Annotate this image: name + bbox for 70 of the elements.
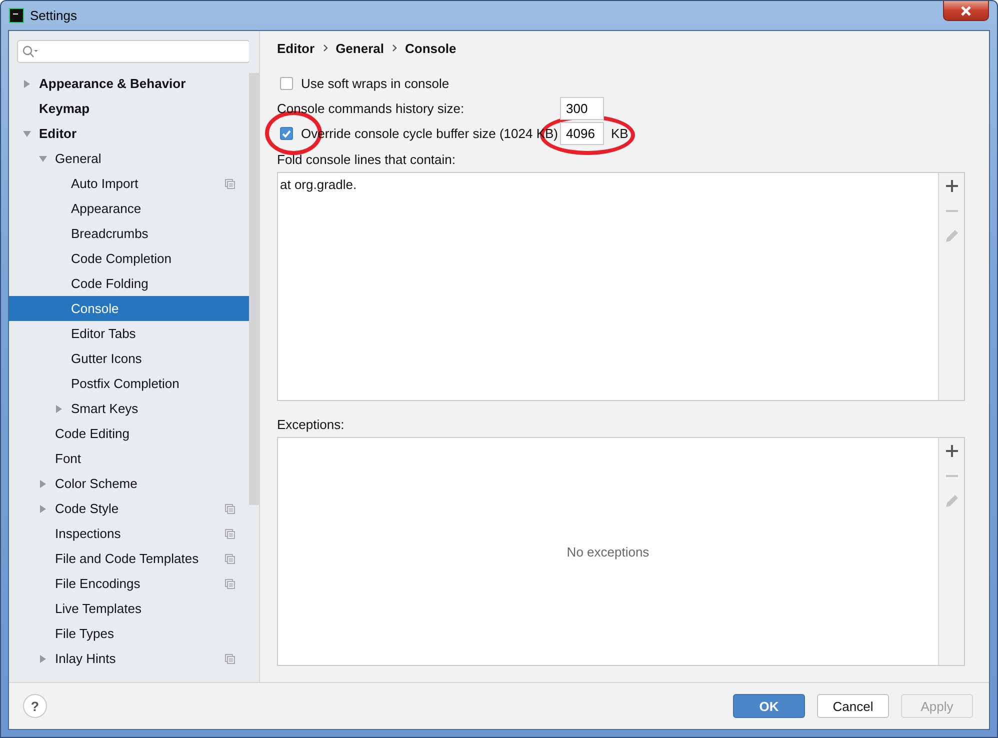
app-logo-icon [9, 8, 24, 23]
chevron-icon [322, 44, 328, 52]
search-icon [22, 45, 38, 58]
tree-item[interactable]: Code Completion [9, 246, 249, 271]
tree-item[interactable]: Keymap [9, 96, 249, 121]
option-label: Use soft wraps in console [301, 76, 450, 91]
breadcrumb-item[interactable]: Editor [277, 40, 315, 56]
dialog-button[interactable]: OK [733, 694, 805, 718]
breadcrumb-item[interactable]: General [336, 40, 384, 56]
list-item[interactable]: at org.gradle. [280, 177, 936, 192]
tree-item[interactable]: Postfix Completion [9, 371, 249, 396]
tree-item[interactable]: File Encodings [9, 571, 249, 596]
tree-item[interactable]: General [9, 146, 249, 171]
copy-icon [225, 528, 235, 538]
expanded-arrow-icon[interactable] [23, 130, 31, 138]
tree-item[interactable]: Font [9, 446, 249, 471]
tree-item[interactable]: Editor Tabs [9, 321, 249, 346]
tree-item[interactable]: Inlay Hints [9, 646, 249, 671]
dialog-button[interactable]: Cancel [817, 694, 889, 718]
copy-icon [225, 178, 235, 188]
tree-item[interactable]: Code Editing [9, 421, 249, 446]
section-label: Fold console lines that contain: [277, 152, 456, 167]
collapsed-arrow-icon[interactable] [23, 80, 31, 88]
tree-item[interactable]: Color Scheme [9, 471, 249, 496]
tree-item[interactable]: Inspections [9, 521, 249, 546]
copy-icon [225, 578, 235, 588]
tree-item[interactable]: Code Folding [9, 271, 249, 296]
checkmark-icon [282, 130, 291, 138]
minus-icon[interactable] [946, 475, 958, 477]
checkbox[interactable] [280, 77, 293, 90]
pencil-icon[interactable] [944, 229, 958, 243]
copy-icon [225, 504, 235, 514]
number-field[interactable]: 300 [560, 97, 604, 120]
collapsed-arrow-icon[interactable] [55, 404, 63, 412]
window-title: Settings [30, 8, 77, 23]
empty-state-text: No exceptions [566, 544, 650, 559]
checkbox[interactable] [280, 127, 293, 140]
unit-label: KB [611, 126, 628, 141]
number-field[interactable]: 4096 [560, 122, 604, 145]
tree-item[interactable]: Code Style [9, 496, 249, 521]
collapsed-arrow-icon[interactable] [39, 504, 47, 512]
tree-item[interactable]: Breadcrumbs [9, 221, 249, 246]
tree-item[interactable]: Editor [9, 121, 249, 146]
tree-item[interactable]: File Types [9, 621, 249, 646]
minus-icon[interactable] [946, 210, 958, 212]
copy-icon [225, 654, 235, 664]
close-icon [960, 6, 972, 16]
plus-icon[interactable] [946, 180, 958, 192]
tree-item[interactable]: Appearance & Behavior [9, 71, 249, 96]
tree-item[interactable]: Console [9, 296, 249, 321]
breadcrumb-item[interactable]: Console [404, 40, 456, 56]
collapsed-arrow-icon[interactable] [39, 654, 47, 662]
section-label: Exceptions: [277, 417, 346, 432]
option-label: Console commands history size: [277, 101, 464, 116]
tree-item[interactable]: Live Templates [9, 596, 249, 621]
collapsed-arrow-icon[interactable] [39, 480, 47, 488]
help-button[interactable]: ? [23, 694, 47, 718]
tree-item[interactable]: Smart Keys [9, 396, 249, 421]
tree-item[interactable]: Auto Import [9, 171, 249, 196]
close-button[interactable] [943, 1, 989, 21]
tree-item[interactable]: File and Code Templates [9, 546, 249, 571]
chevron-icon [392, 44, 397, 52]
tree-item[interactable]: Appearance [9, 196, 249, 221]
expanded-arrow-icon[interactable] [39, 154, 47, 162]
tree-item[interactable]: Gutter Icons [9, 346, 249, 371]
copy-icon [225, 554, 235, 564]
scrollbar-thumb[interactable] [249, 73, 259, 505]
pencil-icon[interactable] [944, 494, 958, 508]
search-field[interactable] [17, 40, 249, 63]
plus-icon[interactable] [946, 445, 958, 457]
